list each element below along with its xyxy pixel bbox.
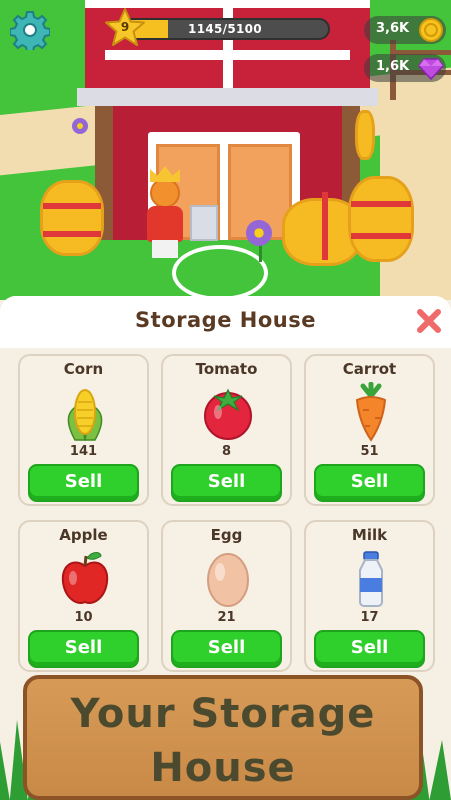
item-count: 8: [221, 444, 232, 459]
coin-counter[interactable]: 3,6K: [364, 16, 446, 44]
item-name: Tomato: [195, 360, 258, 378]
item-name: Corn: [63, 360, 104, 378]
barn-eave: [77, 88, 378, 106]
stone-block: [190, 205, 218, 241]
promo-banner: Your Storage House: [23, 675, 423, 800]
sell-button-carrot[interactable]: Sell: [314, 464, 425, 502]
item-name: Apple: [59, 526, 108, 544]
storage-item-milk: Milk 17 Sell: [304, 520, 435, 672]
corn-icon: [67, 389, 103, 441]
milk-icon: [359, 551, 383, 607]
gem-icon: [418, 58, 444, 81]
close-button[interactable]: [414, 306, 444, 336]
hay-bale: [40, 180, 104, 256]
item-count: 10: [74, 610, 93, 625]
sell-button-tomato[interactable]: Sell: [171, 464, 282, 502]
player-character: [140, 162, 190, 260]
close-icon: [417, 309, 441, 333]
flower: [246, 220, 272, 246]
egg-icon: [207, 553, 249, 607]
banner-line-2: House: [150, 745, 296, 791]
sell-button-egg[interactable]: Sell: [171, 630, 282, 668]
storage-item-egg: Egg 21 Sell: [161, 520, 292, 672]
xp-progress-text: 1145/5100: [188, 22, 262, 36]
item-count: 21: [217, 610, 236, 625]
hay-bale: [355, 110, 375, 160]
level-badge: 9: [104, 8, 146, 48]
gem-amount: 1,6K: [376, 59, 410, 74]
settings-button[interactable]: [9, 10, 51, 53]
crown-icon: [150, 166, 180, 182]
sell-button-apple[interactable]: Sell: [28, 630, 139, 668]
item-count: 51: [360, 444, 379, 459]
coin-icon: [419, 18, 443, 42]
sell-button-milk[interactable]: Sell: [314, 630, 425, 668]
item-count: 141: [69, 444, 98, 459]
flower: [72, 118, 88, 134]
hay-bale: [348, 176, 414, 262]
storage-item-carrot: Carrot 51 Sell: [304, 354, 435, 506]
item-name: Milk: [351, 526, 388, 544]
xp-progress-bar: 1145/5100: [120, 18, 330, 40]
item-name: Carrot: [342, 360, 397, 378]
banner-line-1: Your Storage: [70, 691, 376, 737]
item-name: Egg: [210, 526, 243, 544]
carrot-icon: [355, 382, 387, 442]
level-number: 9: [120, 20, 130, 34]
coin-amount: 3,6K: [376, 21, 410, 36]
storage-item-tomato: Tomato 8 Sell: [161, 354, 292, 506]
sell-button-corn[interactable]: Sell: [28, 464, 139, 502]
storage-grid: Corn 141 Sell Tomato 8 Sell Carrot 51 Se…: [18, 354, 436, 672]
panel-title: Storage House: [135, 308, 316, 332]
gem-counter[interactable]: 1,6K: [364, 54, 446, 82]
item-count: 17: [360, 610, 379, 625]
storage-item-apple: Apple 10 Sell: [18, 520, 149, 672]
apple-icon: [61, 552, 109, 604]
tomato-icon: [204, 388, 252, 440]
gear-icon: [9, 11, 51, 53]
storage-item-corn: Corn 141 Sell: [18, 354, 149, 506]
panel-header: Storage House: [0, 296, 451, 348]
farm-scene: [0, 0, 451, 300]
